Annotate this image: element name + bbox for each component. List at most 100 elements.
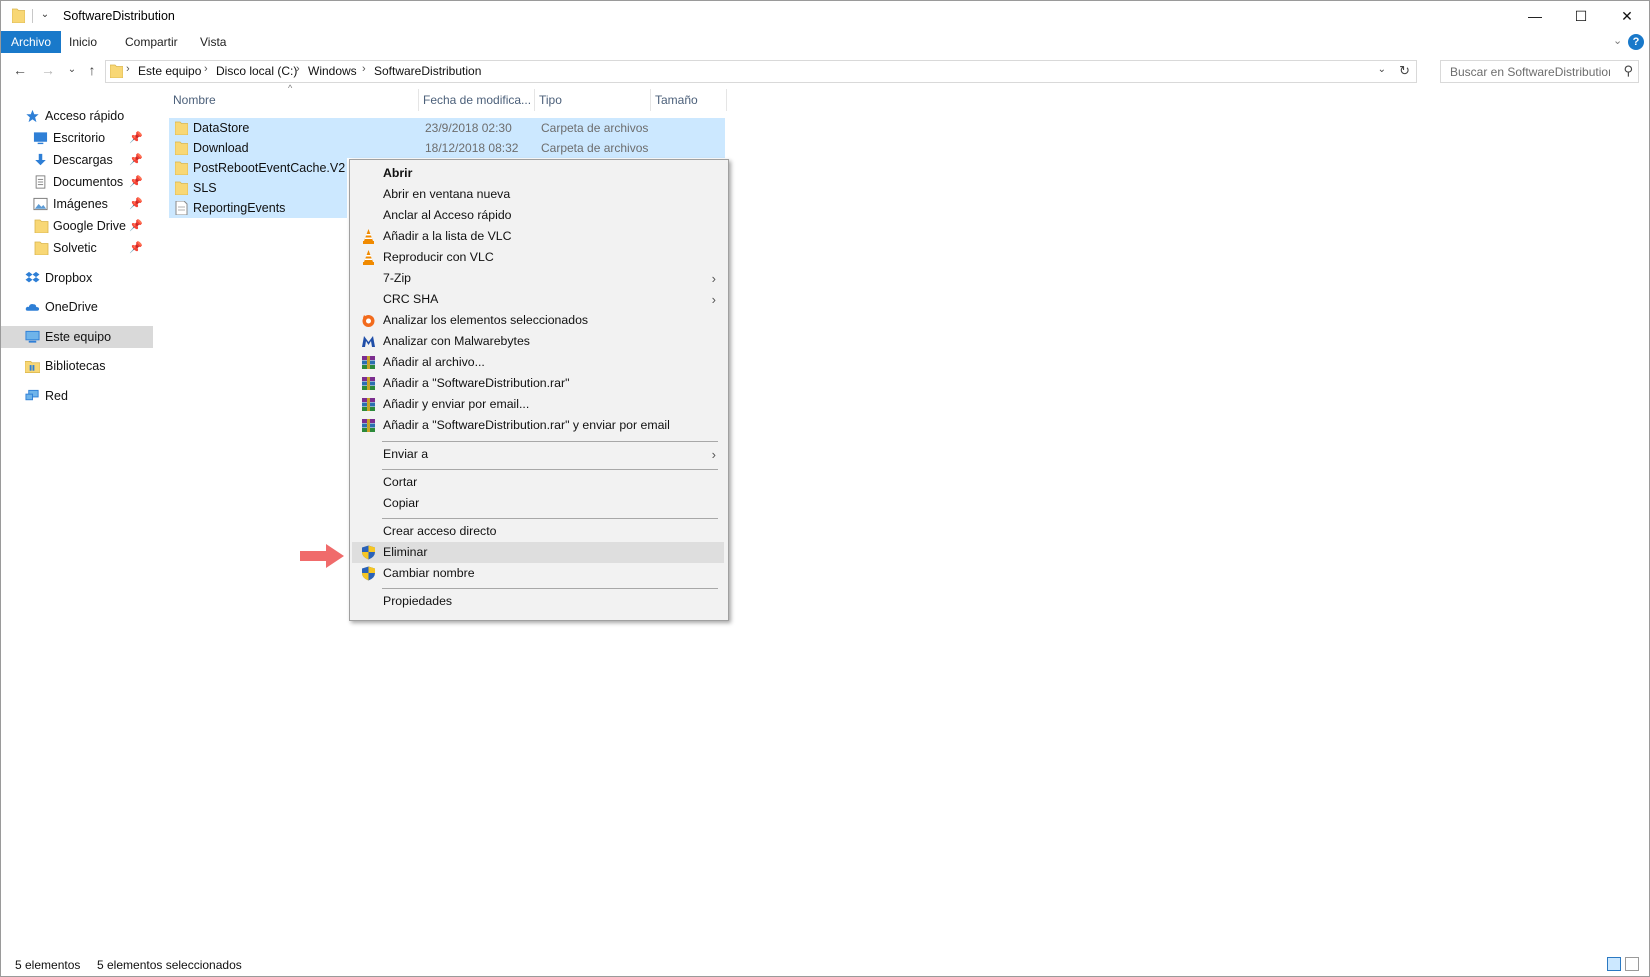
file-row-datastore[interactable]: DataStore 23/9/2018 02:30 Carpeta de arc…: [169, 118, 725, 138]
quick-access-toolbar-dropdown-icon[interactable]: ⌄: [38, 8, 52, 22]
breadcrumb-windows[interactable]: Windows: [308, 64, 357, 78]
menu-item-winrar-add[interactable]: Añadir al archivo...: [352, 352, 724, 373]
breadcrumb-este-equipo[interactable]: Este equipo: [138, 64, 201, 78]
minimize-button[interactable]: —: [1512, 1, 1558, 31]
vlc-icon: [363, 229, 374, 244]
ribbon-expand-icon[interactable]: ⌄: [1613, 34, 1622, 47]
sidebar-item-este-equipo[interactable]: Este equipo: [1, 326, 153, 348]
forward-button[interactable]: →: [39, 61, 57, 79]
breadcrumb-separator[interactable]: ›: [126, 63, 130, 75]
menu-item-cambiar-nombre[interactable]: Cambiar nombre: [352, 563, 724, 584]
shield-icon: [362, 566, 375, 581]
menu-item-anclar-acceso-rapido[interactable]: Anclar al Acceso rápido: [352, 205, 724, 226]
winrar-icon: [362, 377, 375, 390]
menu-separator: [382, 469, 718, 470]
dropbox-icon: [25, 271, 40, 283]
menu-item-winrar-email[interactable]: Añadir y enviar por email...: [352, 394, 724, 415]
menu-separator: [382, 588, 718, 589]
sidebar-item-bibliotecas[interactable]: Bibliotecas: [1, 355, 153, 377]
file-row-download[interactable]: Download 18/12/2018 08:32 Carpeta de arc…: [169, 138, 725, 158]
menu-item-eliminar[interactable]: Eliminar: [352, 542, 724, 563]
pin-icon[interactable]: 📌: [129, 149, 143, 171]
column-header-size[interactable]: Tamaño: [651, 89, 727, 111]
folder-icon: [110, 64, 123, 78]
file-row-sls[interactable]: SLS: [169, 178, 347, 198]
submenu-arrow-icon: ›: [711, 447, 716, 462]
menu-item-propiedades[interactable]: Propiedades: [352, 591, 724, 612]
search-box[interactable]: ⚲: [1440, 60, 1639, 83]
shield-icon: [362, 545, 375, 560]
menu-item-copiar[interactable]: Copiar: [352, 493, 724, 514]
title-bar: ⌄ SoftwareDistribution — ☐ ✕: [1, 1, 1649, 31]
menu-item-abrir-ventana-nueva[interactable]: Abrir en ventana nueva: [352, 184, 724, 205]
column-header-date[interactable]: Fecha de modifica...: [419, 89, 535, 111]
menu-item-cortar[interactable]: Cortar: [352, 472, 724, 493]
pin-icon[interactable]: 📌: [129, 237, 143, 259]
large-icons-view-icon[interactable]: [1625, 957, 1639, 971]
onedrive-icon: [25, 304, 40, 311]
menu-item-vlc-add-list[interactable]: Añadir a la lista de VLC: [352, 226, 724, 247]
sidebar-item-documentos[interactable]: Documentos 📌: [1, 171, 153, 193]
menu-item-vlc-play[interactable]: Reproducir con VLC: [352, 247, 724, 268]
column-header-type[interactable]: Tipo: [535, 89, 651, 111]
pin-icon[interactable]: 📌: [129, 215, 143, 237]
sidebar-item-google-drive[interactable]: Google Drive 📌: [1, 215, 153, 237]
sidebar-item-acceso-rapido[interactable]: Acceso rápido: [1, 105, 153, 127]
breadcrumb-separator[interactable]: ›: [204, 63, 208, 75]
menu-item-avast-scan[interactable]: Analizar los elementos seleccionados: [352, 310, 724, 331]
pin-icon[interactable]: 📌: [129, 193, 143, 215]
column-header-name[interactable]: Nombre: [169, 89, 419, 111]
address-bar[interactable]: › Este equipo › Disco local (C:) › Windo…: [105, 60, 1417, 83]
help-icon[interactable]: ?: [1628, 34, 1644, 50]
file-row-reportingevents[interactable]: ReportingEvents: [169, 198, 347, 218]
breadcrumb-softwaredistribution[interactable]: SoftwareDistribution: [374, 64, 481, 78]
back-button[interactable]: ←: [11, 61, 29, 79]
breadcrumb-separator[interactable]: ›: [296, 63, 300, 75]
search-icon[interactable]: ⚲: [1623, 63, 1633, 79]
menu-item-7zip[interactable]: 7-Zip ›: [352, 268, 724, 289]
view-toggle: [1607, 957, 1639, 971]
refresh-icon[interactable]: ↻: [1399, 63, 1410, 79]
sidebar-item-imagenes[interactable]: Imágenes 📌: [1, 193, 153, 215]
menu-item-winrar-add-rar[interactable]: Añadir a "SoftwareDistribution.rar": [352, 373, 724, 394]
pin-icon[interactable]: 📌: [129, 171, 143, 193]
address-dropdown-icon[interactable]: ⌄: [1378, 64, 1386, 75]
tab-inicio[interactable]: Inicio: [59, 31, 107, 53]
recent-locations-button[interactable]: ⌄: [63, 61, 81, 79]
tab-vista[interactable]: Vista: [190, 31, 236, 53]
close-button[interactable]: ✕: [1604, 1, 1649, 31]
sidebar-item-solvetic[interactable]: Solvetic 📌: [1, 237, 153, 259]
menu-item-winrar-rar-email[interactable]: Añadir a "SoftwareDistribution.rar" y en…: [352, 415, 724, 436]
breadcrumb-separator[interactable]: ›: [362, 63, 366, 75]
menu-item-crear-acceso-directo[interactable]: Crear acceso directo: [352, 521, 724, 542]
sidebar-item-escritorio[interactable]: Escritorio 📌: [1, 127, 153, 149]
pictures-icon: [33, 197, 48, 211]
menu-item-enviar-a[interactable]: Enviar a ›: [352, 444, 724, 465]
network-icon: [25, 389, 39, 401]
folder-icon: [34, 241, 49, 255]
window-title: SoftwareDistribution: [63, 9, 175, 23]
tab-compartir[interactable]: Compartir: [115, 31, 188, 53]
sidebar-item-dropbox[interactable]: Dropbox: [1, 267, 153, 289]
maximize-button[interactable]: ☐: [1558, 1, 1604, 31]
star-icon: [26, 109, 39, 123]
search-input[interactable]: [1448, 63, 1612, 81]
details-view-icon[interactable]: [1607, 957, 1621, 971]
folder-icon: [175, 161, 188, 175]
vlc-icon: [363, 250, 374, 265]
breadcrumb-disco-local[interactable]: Disco local (C:): [216, 64, 297, 78]
menu-item-malwarebytes-scan[interactable]: Analizar con Malwarebytes: [352, 331, 724, 352]
up-button[interactable]: ↑: [83, 61, 101, 79]
title-separator: [32, 9, 33, 23]
tab-archivo[interactable]: Archivo: [1, 31, 62, 53]
menu-item-abrir[interactable]: Abrir: [352, 163, 724, 184]
menu-item-crc-sha[interactable]: CRC SHA ›: [352, 289, 724, 310]
folder-icon: [175, 121, 188, 135]
sidebar-item-descargas[interactable]: Descargas 📌: [1, 149, 153, 171]
pin-icon[interactable]: 📌: [129, 127, 143, 149]
documents-icon: [35, 175, 46, 189]
sidebar-item-red[interactable]: Red: [1, 385, 153, 407]
ribbon-tabs: Archivo Inicio Compartir Vista ⌄ ?: [1, 31, 1649, 55]
sidebar-item-onedrive[interactable]: OneDrive: [1, 296, 153, 318]
file-row-postrebooteventcache[interactable]: PostRebootEventCache.V2: [169, 158, 347, 178]
